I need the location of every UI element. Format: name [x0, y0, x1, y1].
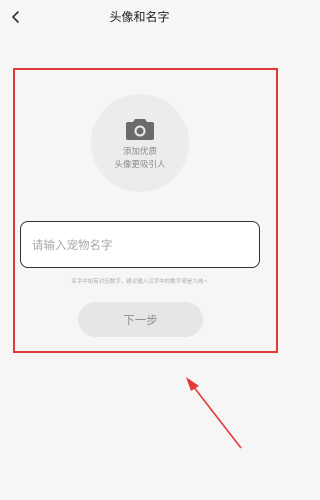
- avatar-hint-line1: 添加优质: [122, 147, 157, 157]
- avatar-upload-button[interactable]: 添加优质 头像更吸引人: [91, 94, 189, 192]
- pet-name-input[interactable]: [20, 221, 260, 268]
- header-bar: 头像和名字: [0, 0, 279, 36]
- name-hint-text: 名字中如有对应数字，建议输入汉字中的数字哥是九纯~: [71, 279, 208, 285]
- avatar-hint-line2: 头像更吸引人: [114, 160, 166, 170]
- next-step-button[interactable]: 下一步: [78, 302, 203, 337]
- page-title: 头像和名字: [109, 10, 170, 24]
- camera-icon: [126, 119, 154, 140]
